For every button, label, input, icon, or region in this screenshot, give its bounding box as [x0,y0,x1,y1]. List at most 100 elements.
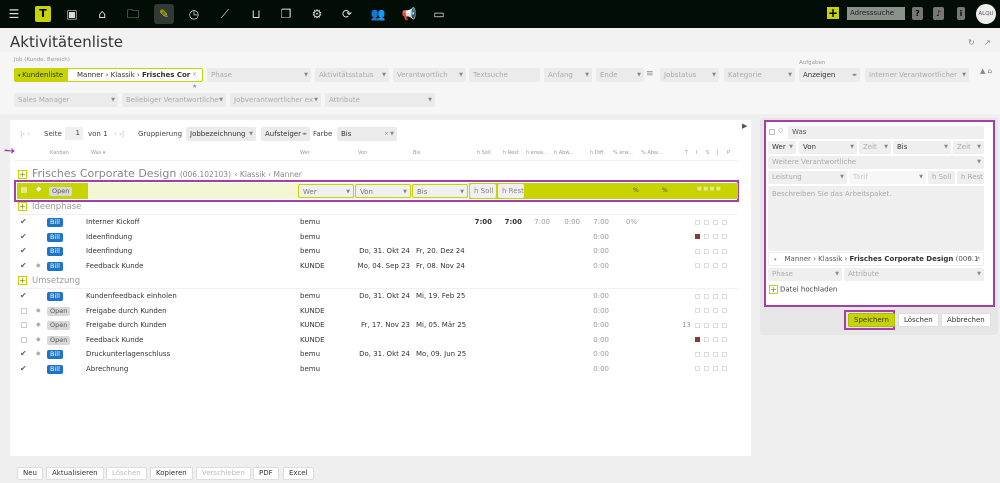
reload-icon[interactable]: ↻ [968,38,975,47]
column-h-soll[interactable]: h Soll [477,150,491,156]
von-date[interactable]: Von ▼ [799,141,857,154]
add-activity-button[interactable]: + [18,276,27,285]
speichern-button[interactable]: Speichern [848,313,895,327]
table-row[interactable]: ◆ Open Feedback Kunde KUNDE 0:00 [15,333,737,347]
was-cell[interactable]: Feedback Kunde [86,333,143,347]
status-badge[interactable]: Bill [47,350,63,359]
status-badge[interactable]: Bill [47,218,63,227]
checkbox[interactable] [21,336,27,343]
status-badge[interactable]: Open [47,335,71,345]
excel-button[interactable]: Excel [283,467,314,480]
anfang-date[interactable]: Anfang ▼ [544,68,592,82]
kategorie-select[interactable]: Kategorie ▼ [724,68,795,82]
column-was[interactable]: Was ▾ [91,150,105,156]
was-cell[interactable]: Druckunterlagenschluss [86,347,170,361]
phase-select[interactable]: Phase ▼ [207,68,311,82]
check-icon[interactable]: ✔ [20,347,27,361]
column-s[interactable]: S [706,150,709,156]
column-t[interactable]: T [685,150,688,156]
column-bis[interactable]: Bis [413,150,420,156]
check-icon[interactable]: ✔ [20,259,27,273]
first-prev-page-icon[interactable]: |‹ ‹ [20,130,30,138]
job-filter[interactable]: ▾ Kundenliste Manner › Klassik › Frische… [14,68,203,90]
diamond-icon[interactable]: ◆ [36,185,41,193]
column-h-erwartet[interactable]: h erwa... [526,150,548,156]
loeschen-button[interactable]: Löschen [106,467,147,480]
table-row[interactable]: ✔ Bill Abrechnung bemu 0:00 [15,362,737,376]
clear-icon[interactable]: × ★ [192,69,202,93]
status-badge[interactable]: Bill [47,247,63,256]
textsuche-input[interactable]: Textsuche [469,68,540,82]
team-icon[interactable]: 👥 [370,6,386,22]
column-i[interactable]: I [696,150,697,156]
calendar-icon[interactable]: ▣ [64,6,80,22]
table-row[interactable]: ✔ Bill Interner Kickoff bemu 7:00 7:00 7… [15,215,737,229]
list-icon[interactable]: ≡ [646,69,654,79]
table-row[interactable]: ✔ Bill Ideenfindung bemu Do, 31. Okt 24 … [15,244,737,258]
table-row[interactable]: ✔ ◆ Bill Feedback Kunde KUNDE Mo, 04. Se… [15,259,737,273]
gruppierung-select[interactable]: Jobbezeichnung ▼ [186,127,256,141]
column-p[interactable]: P [727,150,730,156]
table-row[interactable]: ◆ Open Freigabe durch Kunden KUNDE Fr, 1… [15,318,737,332]
farbe-select[interactable]: Bis × ▼ [337,127,397,141]
popout-icon[interactable]: ↗ [984,38,991,47]
jobstatus-select[interactable]: Jobstatus ▼ [660,68,719,82]
wer-select[interactable]: Wer ▼ [298,184,354,198]
h-rest-input[interactable]: h Rest [957,171,984,184]
flag-boxes[interactable] [695,230,731,244]
status-badge[interactable]: Bill [47,232,63,242]
upload-file-button[interactable]: + Datei hochladen [769,285,837,294]
add-activity-button[interactable]: + [18,202,27,211]
check-icon[interactable]: ✔ [20,230,27,244]
was-cell[interactable]: Feedback Kunde [86,259,143,273]
add-icon[interactable]: + [827,7,839,19]
column-j[interactable]: J [717,150,718,156]
was-cell[interactable]: Freigabe durch Kunden [86,318,167,332]
table-row[interactable]: ✔ ◆ Bill Druckunterlagenschluss bemu Do,… [15,347,737,361]
column-kanban[interactable]: Kanban [50,150,69,156]
h-soll-input[interactable]: h Soll [470,184,496,198]
sales-manager-select[interactable]: Sales Manager ▼ [14,93,118,107]
chart-icon[interactable]: ⟋ [217,6,233,22]
kundenliste-toggle[interactable]: Kundenliste [22,71,63,79]
flag-boxes[interactable] [695,215,731,229]
weitere-verantwortliche-select[interactable]: Weitere Verantwortliche ▼ [768,156,984,169]
checkbox[interactable] [21,322,27,328]
leistung-select[interactable]: Leistung ▼ [768,171,847,184]
was-input[interactable]: Was [788,126,984,139]
jobverantwortlicher-select[interactable]: Jobverantwortlicher ex ▼ [230,93,321,107]
beliebiger-verantwortlicher-select[interactable]: Beliebiger Verantwortliche ▼ [122,93,226,107]
check-icon[interactable]: ✔ [20,289,27,303]
column-h-abweichung[interactable]: h Abw... [554,150,574,156]
collapse-home-icon[interactable]: ▲ ⌂ [980,67,992,75]
column-h-diff[interactable]: h Diff. [590,150,605,156]
chat-icon[interactable]: ▭ [431,6,447,22]
sort-order-select[interactable]: Aufsteiger ◂▸ [261,127,310,141]
expand-arrow-icon[interactable]: ▶ [742,122,747,130]
flag-boxes[interactable] [695,318,731,332]
verschieben-button[interactable]: Verschieben [196,467,251,480]
von-date[interactable]: Von ▼ [355,184,411,198]
home-location-icon[interactable]: ⌂ [94,6,110,22]
column-wer[interactable]: Wer [300,150,310,156]
clock-icon[interactable]: ◷ [186,6,202,22]
logo-icon[interactable]: T [35,6,51,22]
was-cell[interactable]: Ideenfindung [86,244,132,258]
pdf-button[interactable]: PDF [253,467,279,480]
status-badge[interactable]: Open [47,306,71,316]
flag-boxes[interactable] [695,362,731,376]
cart-icon[interactable]: ⊔ [248,6,264,22]
status-badge[interactable]: Bill [47,292,63,301]
beschreibung-textarea[interactable]: Beschreiben Sie das Arbeitspaket. [768,186,984,251]
column-von[interactable]: Von [358,150,367,156]
tarif-select[interactable]: Tarif ▼ [849,171,926,184]
column-h-rest[interactable]: h Rest [503,150,519,156]
kopieren-button[interactable]: Kopieren [150,467,193,480]
h-rest-input[interactable]: h Rest [498,184,524,198]
info-icon[interactable]: i [957,7,965,20]
flag-boxes[interactable]: ■ ■ ■ ■ [697,186,721,192]
abbrechen-button[interactable]: Abbrechen [941,313,991,327]
aufgaben-select[interactable]: Anzeigen ◂▸ [799,68,860,82]
gear-icon[interactable]: ⚙ [309,6,325,22]
h-soll-input[interactable]: h Soll [928,171,955,184]
